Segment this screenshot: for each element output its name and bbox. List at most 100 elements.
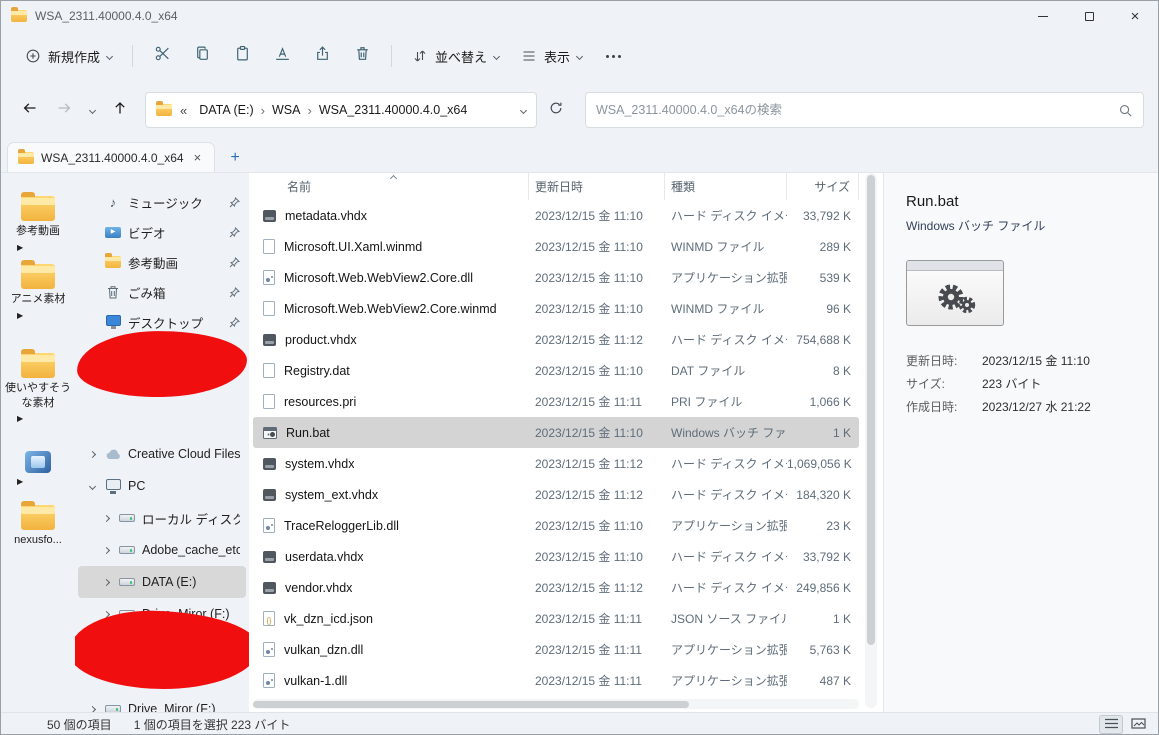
sidebar-item[interactable]: Adobe_cache_etc (D:: [78, 534, 246, 566]
chevron-right-icon[interactable]: [102, 578, 110, 586]
desktop-item[interactable]: 使いやすそうな素材 ▶: [3, 348, 73, 423]
file-row[interactable]: {} vk_dzn_icd.json 2023/12/15 金 11:11 JSON …: [253, 603, 859, 634]
file-row[interactable]: vulkan_dzn.dll 2023/12/15 金 11:11 アプリケーション…: [253, 634, 859, 665]
file-row[interactable]: metadata.vhdx 2023/12/15 金 11:10 ハード ディスク …: [253, 200, 859, 231]
toolbar-separator: [391, 45, 393, 67]
file-icon: [263, 363, 275, 378]
search-input[interactable]: [596, 103, 1112, 117]
sort-button[interactable]: 並べ替え: [402, 39, 509, 73]
file-row[interactable]: resources.pri 2023/12/15 金 11:11 PRI ファイル 1…: [253, 386, 859, 417]
paste-button[interactable]: [223, 39, 261, 73]
disk-image-file-icon: [263, 581, 276, 594]
breadcrumb-item[interactable]: DATA (E:): [193, 100, 259, 120]
drive-icon: [119, 546, 135, 554]
desktop-item[interactable]: ▶: [3, 451, 73, 486]
chevron-right-icon[interactable]: [88, 450, 96, 458]
sidebar-item[interactable]: ごみ箱: [78, 277, 246, 307]
column-header-type[interactable]: 種類: [665, 173, 787, 200]
file-date: 2023/12/15 金 11:11: [535, 395, 642, 409]
rename-button[interactable]: [263, 39, 301, 73]
file-row[interactable]: system.vhdx 2023/12/15 金 11:12 ハード ディスク イメ…: [253, 448, 859, 479]
details-view-button[interactable]: [1099, 715, 1123, 734]
pin-icon[interactable]: [229, 286, 240, 298]
tab-active[interactable]: WSA_2311.40000.4.0_x64 ×: [7, 142, 216, 172]
breadcrumb-item[interactable]: WSA: [266, 100, 306, 120]
new-button[interactable]: 新規作成: [15, 39, 122, 73]
file-row[interactable]: product.vhdx 2023/12/15 金 11:12 ハード ディスク イ…: [253, 324, 859, 355]
pin-icon[interactable]: [229, 316, 240, 328]
scrollbar-thumb[interactable]: [253, 700, 689, 708]
sidebar-item[interactable]: ▶ ビデオ: [78, 217, 246, 247]
new-tab-button[interactable]: +: [221, 144, 249, 172]
expander-icon[interactable]: ▶: [17, 477, 23, 486]
column-header-date[interactable]: 更新日時: [529, 173, 665, 200]
file-row[interactable]: Microsoft.Web.WebView2.Core.winmd 2023/12…: [253, 293, 859, 324]
sidebar-item[interactable]: PC: [78, 470, 246, 502]
sidebar-item[interactable]: ♪ ミュージック: [78, 187, 246, 217]
chevron-right-icon[interactable]: [88, 705, 96, 712]
desktop-icon: [105, 315, 121, 329]
file-row[interactable]: TraceReloggerLib.dll 2023/12/15 金 11:10 アプ…: [253, 510, 859, 541]
chevron-right-icon[interactable]: [102, 546, 110, 554]
minimize-button[interactable]: [1020, 1, 1066, 31]
breadcrumb-dropdown-icon[interactable]: [519, 106, 528, 114]
expander-icon[interactable]: ▶: [17, 414, 23, 423]
cut-button[interactable]: [143, 39, 181, 73]
back-button[interactable]: [15, 95, 45, 125]
breadcrumb-collapse[interactable]: «: [172, 103, 193, 118]
column-header-size[interactable]: サイズ: [787, 173, 859, 200]
chevron-down-icon[interactable]: [88, 482, 96, 490]
desktop-item[interactable]: 参考動画 ▶: [3, 192, 73, 252]
forward-button[interactable]: [49, 95, 79, 125]
horizontal-scrollbar[interactable]: [253, 699, 859, 709]
maximize-button[interactable]: [1066, 1, 1112, 31]
more-button[interactable]: [594, 39, 632, 73]
thumbnail-view-icon: [1130, 717, 1146, 732]
chevron-right-icon[interactable]: [102, 514, 110, 522]
file-name: Microsoft.Web.WebView2.Core.winmd: [284, 301, 497, 316]
vertical-scrollbar[interactable]: [865, 173, 877, 708]
history-dropdown-button[interactable]: [83, 95, 101, 125]
file-row[interactable]: Microsoft.Web.WebView2.Core.dll 2023/12/1…: [253, 262, 859, 293]
sidebar-item[interactable]: ローカル ディスク (C:): [78, 502, 246, 534]
pin-icon[interactable]: [229, 256, 240, 268]
tab-close-icon[interactable]: ×: [191, 151, 205, 164]
scrollbar-thumb[interactable]: [867, 175, 875, 645]
up-button[interactable]: [105, 95, 135, 125]
file-row[interactable]: Run.bat 2023/12/15 金 11:10 Windows バッチ ファ.…: [253, 417, 859, 448]
file-name: vendor.vhdx: [285, 580, 353, 595]
file-row[interactable]: system_ext.vhdx 2023/12/15 金 11:12 ハード ディス…: [253, 479, 859, 510]
file-name: system_ext.vhdx: [285, 487, 379, 502]
file-row[interactable]: vulkan-1.dll 2023/12/15 金 11:11 アプリケーション拡張…: [253, 665, 859, 696]
desktop-item[interactable]: アニメ素材 ▶: [3, 259, 73, 320]
rename-icon: [274, 45, 291, 67]
sidebar-item[interactable]: 参考動画: [78, 247, 246, 277]
file-size: 33,792 K: [802, 208, 851, 223]
view-button[interactable]: 表示: [511, 39, 592, 73]
share-button[interactable]: [303, 39, 341, 73]
close-button[interactable]: ×: [1112, 1, 1158, 31]
file-rows: metadata.vhdx 2023/12/15 金 11:10 ハード ディスク …: [253, 200, 859, 696]
refresh-button[interactable]: [541, 95, 571, 125]
copy-button[interactable]: [183, 39, 221, 73]
file-name: resources.pri: [284, 394, 357, 409]
file-row[interactable]: userdata.vhdx 2023/12/15 金 11:10 ハード ディスク …: [253, 541, 859, 572]
file-row[interactable]: Registry.dat 2023/12/15 金 11:10 DAT ファイル 8 …: [253, 355, 859, 386]
expander-icon[interactable]: ▶: [17, 243, 23, 252]
titlebar: WSA_2311.40000.4.0_x64 ×: [1, 1, 1158, 31]
sidebar-item[interactable]: Drive_Miror (F:): [78, 693, 246, 712]
pin-icon[interactable]: [229, 196, 240, 208]
file-row[interactable]: Microsoft.UI.Xaml.winmd 2023/12/15 金 11:1…: [253, 231, 859, 262]
detail-label: サイズ:: [906, 377, 945, 391]
delete-button[interactable]: [343, 39, 381, 73]
pin-icon[interactable]: [229, 226, 240, 238]
sidebar-item[interactable]: DATA (E:): [78, 566, 246, 598]
sidebar-item[interactable]: Creative Cloud Files: [78, 438, 246, 470]
thumbnail-view-button[interactable]: [1126, 715, 1150, 734]
desktop-item[interactable]: nexusfo...: [3, 501, 73, 548]
file-date: 2023/12/15 金 11:12: [535, 581, 643, 595]
breadcrumb-item[interactable]: WSA_2311.40000.4.0_x64: [313, 100, 474, 120]
column-header-name[interactable]: 名前: [253, 173, 529, 200]
expander-icon[interactable]: ▶: [17, 311, 23, 320]
file-row[interactable]: vendor.vhdx 2023/12/15 金 11:12 ハード ディスク イメ…: [253, 572, 859, 603]
